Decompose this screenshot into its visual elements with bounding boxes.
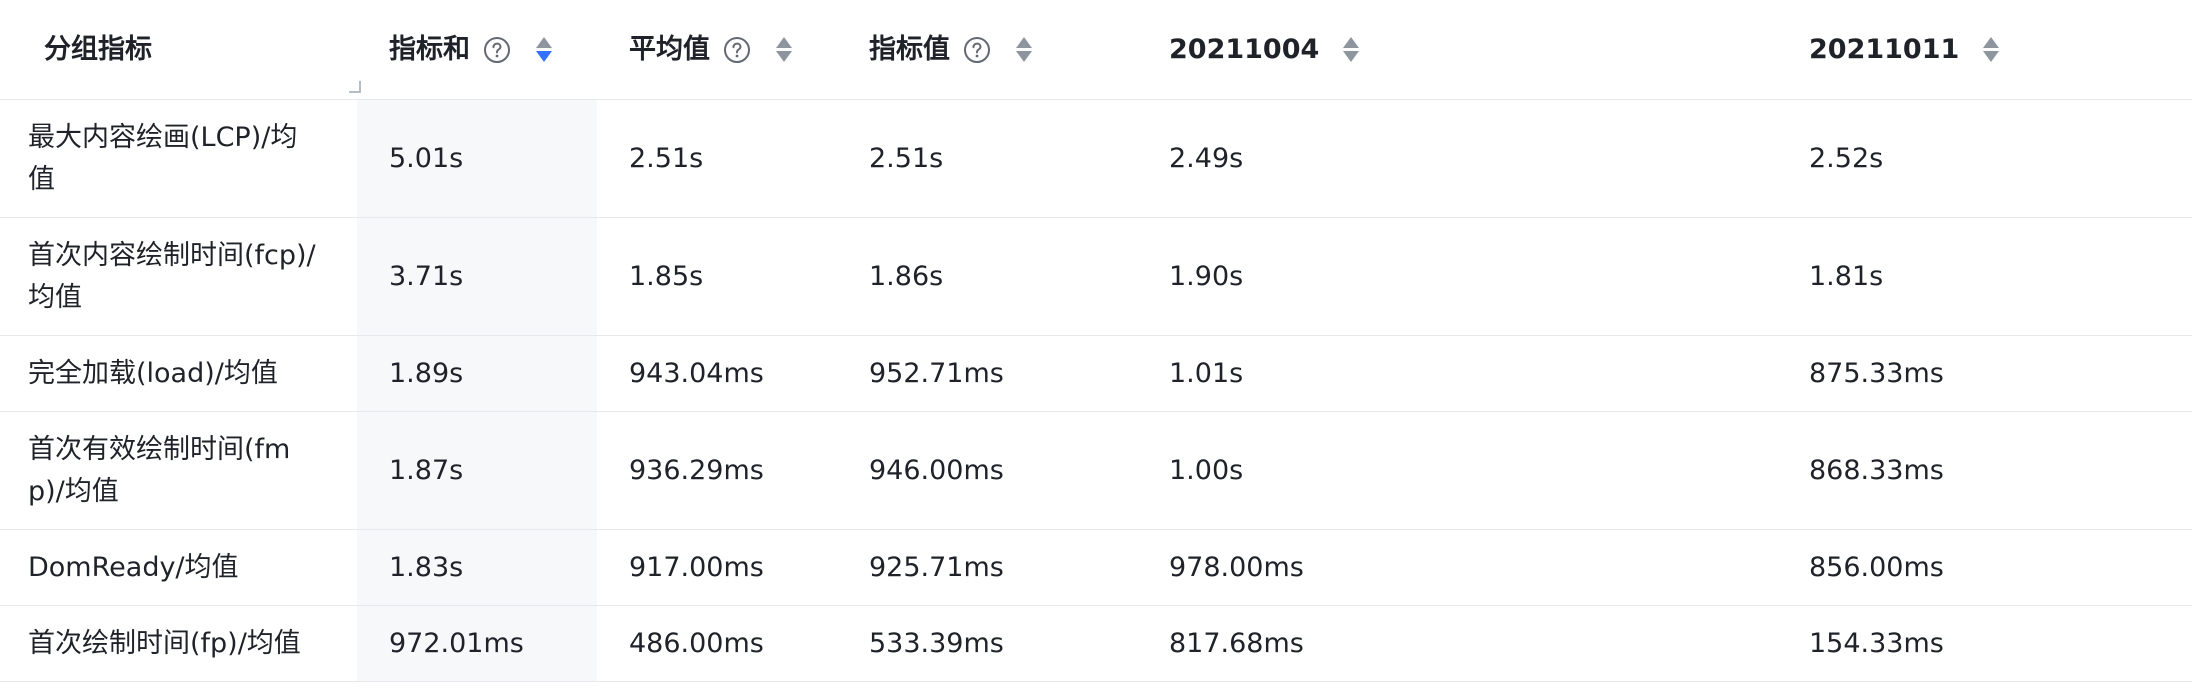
table-header-row: 分组指标 指标和 平均值 指标值 20211004 20211011: [0, 0, 2192, 100]
sort-ascending-icon: [1016, 37, 1032, 48]
header-date-20211004[interactable]: 20211004: [1135, 0, 1775, 99]
cell-date-20211004: 1.00s: [1169, 454, 1244, 486]
cell-metric-sum: 1.83s: [357, 530, 597, 605]
cell-metric-value: 925.71ms: [869, 551, 1004, 583]
cell-date-20211004: 1.90s: [1169, 260, 1244, 292]
cell-metric-value: 533.39ms: [869, 627, 1004, 659]
cell-metric-sum: 1.89s: [357, 336, 597, 411]
cell-average: 486.00ms: [629, 627, 764, 659]
row-metric-label-text: 首次绘制时间(fp)/均值: [28, 627, 301, 659]
header-date-20211011[interactable]: 20211011: [1775, 0, 2192, 99]
cell-date-20211011: 154.33ms: [1809, 627, 1944, 659]
cell-metric-value: 946.00ms: [869, 454, 1004, 486]
table-row: 首次内容绘制时间(fcp)/均值 3.71s 1.85s 1.86s 1.90s…: [0, 218, 2192, 336]
cell-metric-sum: 972.01ms: [357, 606, 597, 681]
cell-date-20211011: 875.33ms: [1809, 357, 1944, 389]
sort-descending-icon: [1343, 51, 1360, 62]
metrics-table: 分组指标 指标和 平均值 指标值 20211004 20211011 最大内容绘…: [0, 0, 2192, 682]
row-metric-label: DomReady/均值: [0, 530, 357, 605]
header-average-label: 平均值: [629, 33, 710, 65]
table-row: 首次有效绘制时间(fmp)/均值 1.87s 936.29ms 946.00ms…: [0, 412, 2192, 530]
header-average[interactable]: 平均值: [597, 0, 837, 99]
row-metric-label-text: 首次内容绘制时间(fcp)/均值: [28, 239, 316, 313]
row-metric-label-text: 首次有效绘制时间(fmp)/均值: [28, 433, 291, 507]
table-row: 首次绘制时间(fp)/均值 972.01ms 486.00ms 533.39ms…: [0, 606, 2192, 682]
table-row: 最大内容绘画(LCP)/均值 5.01s 2.51s 2.51s 2.49s 2…: [0, 100, 2192, 218]
header-metric-value-label: 指标值: [869, 33, 950, 65]
cell-date-20211011: 856.00ms: [1809, 551, 1944, 583]
cell-metric-value: 2.51s: [869, 142, 944, 174]
sort-ascending-icon: [1343, 37, 1360, 48]
help-icon[interactable]: [962, 35, 992, 65]
sort-descending-icon: [776, 51, 792, 62]
sort-toggle-metric-sum[interactable]: [534, 34, 554, 66]
sort-toggle-metric-value[interactable]: [1014, 34, 1034, 66]
header-date-20211004-label: 20211004: [1169, 33, 1320, 65]
header-date-20211011-label: 20211011: [1809, 33, 1960, 65]
cell-metric-value: 1.86s: [869, 260, 944, 292]
cell-metric-sum: 3.71s: [357, 218, 597, 335]
row-metric-label: 首次内容绘制时间(fcp)/均值: [0, 218, 357, 335]
sort-descending-icon: [1983, 51, 2000, 62]
cell-date-20211011: 868.33ms: [1809, 454, 1944, 486]
row-metric-label: 首次有效绘制时间(fmp)/均值: [0, 412, 357, 529]
sort-ascending-icon: [1983, 37, 2000, 48]
row-metric-label-text: 最大内容绘画(LCP)/均值: [28, 121, 298, 195]
cell-date-20211004: 1.01s: [1169, 357, 1244, 389]
cell-metric-value: 952.71ms: [869, 357, 1004, 389]
header-group-metric: 分组指标: [0, 0, 361, 99]
cell-date-20211004: 817.68ms: [1169, 627, 1304, 659]
row-metric-label-text: DomReady/均值: [28, 551, 239, 583]
header-metric-value[interactable]: 指标值: [837, 0, 1135, 99]
cell-average: 917.00ms: [629, 551, 764, 583]
cell-metric-sum: 1.87s: [357, 412, 597, 529]
row-metric-label-text: 完全加载(load)/均值: [28, 357, 278, 389]
sort-descending-icon: [1016, 51, 1032, 62]
cell-date-20211004: 978.00ms: [1169, 551, 1304, 583]
sort-ascending-icon: [536, 37, 552, 48]
help-icon[interactable]: [722, 35, 752, 65]
cell-average: 1.85s: [629, 260, 704, 292]
table-row: 完全加载(load)/均值 1.89s 943.04ms 952.71ms 1.…: [0, 336, 2192, 412]
header-metric-sum[interactable]: 指标和: [357, 0, 597, 99]
row-metric-label: 最大内容绘画(LCP)/均值: [0, 100, 357, 217]
sort-toggle-date-20211004[interactable]: [1341, 34, 1361, 66]
row-metric-label: 首次绘制时间(fp)/均值: [0, 606, 357, 681]
cell-average: 936.29ms: [629, 454, 764, 486]
cell-average: 2.51s: [629, 142, 704, 174]
cell-metric-sum: 5.01s: [357, 100, 597, 217]
header-group-metric-label: 分组指标: [44, 33, 152, 65]
row-metric-label: 完全加载(load)/均值: [0, 336, 357, 411]
cell-average: 943.04ms: [629, 357, 764, 389]
sort-toggle-date-20211011[interactable]: [1981, 34, 2001, 66]
column-resize-handle[interactable]: [349, 81, 361, 93]
sort-ascending-icon: [776, 37, 792, 48]
table-row: DomReady/均值 1.83s 917.00ms 925.71ms 978.…: [0, 530, 2192, 606]
help-icon[interactable]: [482, 35, 512, 65]
header-metric-sum-label: 指标和: [389, 33, 470, 65]
cell-date-20211004: 2.49s: [1169, 142, 1244, 174]
cell-date-20211011: 2.52s: [1809, 142, 1884, 174]
sort-descending-icon: [536, 51, 552, 62]
cell-date-20211011: 1.81s: [1809, 260, 1884, 292]
sort-toggle-average[interactable]: [774, 34, 794, 66]
